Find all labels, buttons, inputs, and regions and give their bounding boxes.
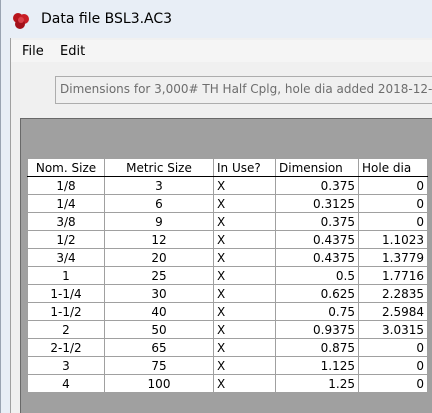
cell-metric-size[interactable]: 75 bbox=[104, 356, 214, 375]
cell-in-use[interactable]: X bbox=[213, 230, 276, 249]
table-row[interactable]: 1 25 X 0.5 1.7716 bbox=[27, 266, 428, 285]
description-text: Dimensions for 3,000# TH Half Cplg, hole… bbox=[60, 82, 432, 96]
cell-metric-size[interactable]: 65 bbox=[104, 338, 214, 357]
cell-nom-size[interactable]: 1/8 bbox=[27, 176, 105, 195]
data-table: Nom. Size Metric Size In Use? Dimension … bbox=[27, 158, 428, 393]
cell-in-use[interactable]: X bbox=[213, 338, 276, 357]
cell-dimension[interactable]: 0.375 bbox=[275, 176, 359, 195]
cell-metric-size[interactable]: 12 bbox=[104, 230, 214, 249]
cell-nom-size[interactable]: 3/8 bbox=[27, 212, 105, 231]
cell-nom-size[interactable]: 1 bbox=[27, 266, 105, 285]
cell-in-use[interactable]: X bbox=[213, 374, 276, 393]
cell-dimension[interactable]: 0.4375 bbox=[275, 248, 359, 267]
cell-nom-size[interactable]: 1-1/2 bbox=[27, 302, 105, 321]
cell-hole-dia[interactable]: 0 bbox=[358, 374, 428, 393]
window-title: Data file BSL3.AC3 bbox=[41, 11, 173, 27]
cell-dimension[interactable]: 0.4375 bbox=[275, 230, 359, 249]
cell-dimension[interactable]: 1.125 bbox=[275, 356, 359, 375]
cell-dimension[interactable]: 0.875 bbox=[275, 338, 359, 357]
cell-nom-size[interactable]: 2-1/2 bbox=[27, 338, 105, 357]
cell-metric-size[interactable]: 30 bbox=[104, 284, 214, 303]
cell-nom-size[interactable]: 4 bbox=[27, 374, 105, 393]
table-row[interactable]: 3/8 9 X 0.375 0 bbox=[27, 212, 428, 231]
cell-in-use[interactable]: X bbox=[213, 284, 276, 303]
cell-metric-size[interactable]: 9 bbox=[104, 212, 214, 231]
table-row[interactable]: 3 75 X 1.125 0 bbox=[27, 356, 428, 375]
cell-hole-dia[interactable]: 1.3779 bbox=[358, 248, 428, 267]
cell-nom-size[interactable]: 1/2 bbox=[27, 230, 105, 249]
table-row[interactable]: 2 50 X 0.9375 3.0315 bbox=[27, 320, 428, 339]
cell-nom-size[interactable]: 3 bbox=[27, 356, 105, 375]
cell-hole-dia[interactable]: 1.1023 bbox=[358, 230, 428, 249]
table-row[interactable]: 1/2 12 X 0.4375 1.1023 bbox=[27, 230, 428, 249]
cell-metric-size[interactable]: 100 bbox=[104, 374, 214, 393]
cell-dimension[interactable]: 0.375 bbox=[275, 212, 359, 231]
cell-in-use[interactable]: X bbox=[213, 194, 276, 213]
table-row[interactable]: 2-1/2 65 X 0.875 0 bbox=[27, 338, 428, 357]
cell-hole-dia[interactable]: 0 bbox=[358, 212, 428, 231]
cell-in-use[interactable]: X bbox=[213, 302, 276, 321]
menu-bar: File Edit bbox=[11, 40, 432, 62]
column-header-dimension[interactable]: Dimension bbox=[275, 158, 359, 177]
cell-metric-size[interactable]: 6 bbox=[104, 194, 214, 213]
cell-dimension[interactable]: 0.625 bbox=[275, 284, 359, 303]
app-window: Data file BSL3.AC3 File Edit Dimensions … bbox=[0, 0, 432, 413]
cell-dimension[interactable]: 1.25 bbox=[275, 374, 359, 393]
cell-hole-dia[interactable]: 2.5984 bbox=[358, 302, 428, 321]
cell-nom-size[interactable]: 1/4 bbox=[27, 194, 105, 213]
cell-nom-size[interactable]: 3/4 bbox=[27, 248, 105, 267]
cell-nom-size[interactable]: 2 bbox=[27, 320, 105, 339]
table-row[interactable]: 3/4 20 X 0.4375 1.3779 bbox=[27, 248, 428, 267]
cell-hole-dia[interactable]: 2.2835 bbox=[358, 284, 428, 303]
title-bar[interactable]: Data file BSL3.AC3 bbox=[1, 0, 432, 38]
app-logo-icon bbox=[13, 13, 29, 29]
cell-metric-size[interactable]: 20 bbox=[104, 248, 214, 267]
cell-metric-size[interactable]: 50 bbox=[104, 320, 214, 339]
cell-dimension[interactable]: 0.75 bbox=[275, 302, 359, 321]
column-header-nom-size[interactable]: Nom. Size bbox=[27, 158, 105, 177]
cell-in-use[interactable]: X bbox=[213, 356, 276, 375]
column-header-in-use[interactable]: In Use? bbox=[213, 158, 276, 177]
cell-in-use[interactable]: X bbox=[213, 176, 276, 195]
cell-hole-dia[interactable]: 3.0315 bbox=[358, 320, 428, 339]
column-header-hole-dia[interactable]: Hole dia bbox=[358, 158, 428, 177]
table-row[interactable]: 1-1/2 40 X 0.75 2.5984 bbox=[27, 302, 428, 321]
cell-hole-dia[interactable]: 0 bbox=[358, 356, 428, 375]
table-header-row: Nom. Size Metric Size In Use? Dimension … bbox=[27, 158, 428, 177]
table-row[interactable]: 4 100 X 1.25 0 bbox=[27, 374, 428, 393]
table-row[interactable]: 1/8 3 X 0.375 0 bbox=[27, 176, 428, 195]
cell-metric-size[interactable]: 40 bbox=[104, 302, 214, 321]
cell-in-use[interactable]: X bbox=[213, 266, 276, 285]
menu-edit[interactable]: Edit bbox=[60, 44, 85, 59]
description-field[interactable]: Dimensions for 3,000# TH Half Cplg, hole… bbox=[55, 76, 432, 104]
cell-metric-size[interactable]: 25 bbox=[104, 266, 214, 285]
table-row[interactable]: 1/4 6 X 0.3125 0 bbox=[27, 194, 428, 213]
cell-hole-dia[interactable]: 1.7716 bbox=[358, 266, 428, 285]
column-header-metric-size[interactable]: Metric Size bbox=[104, 158, 214, 177]
cell-dimension[interactable]: 0.5 bbox=[275, 266, 359, 285]
cell-metric-size[interactable]: 3 bbox=[104, 176, 214, 195]
cell-nom-size[interactable]: 1-1/4 bbox=[27, 284, 105, 303]
cell-hole-dia[interactable]: 0 bbox=[358, 194, 428, 213]
table-row[interactable]: 1-1/4 30 X 0.625 2.2835 bbox=[27, 284, 428, 303]
cell-dimension[interactable]: 0.3125 bbox=[275, 194, 359, 213]
cell-hole-dia[interactable]: 0 bbox=[358, 176, 428, 195]
cell-in-use[interactable]: X bbox=[213, 248, 276, 267]
cell-in-use[interactable]: X bbox=[213, 320, 276, 339]
cell-dimension[interactable]: 0.9375 bbox=[275, 320, 359, 339]
cell-hole-dia[interactable]: 0 bbox=[358, 338, 428, 357]
cell-in-use[interactable]: X bbox=[213, 212, 276, 231]
menu-file[interactable]: File bbox=[22, 44, 44, 59]
